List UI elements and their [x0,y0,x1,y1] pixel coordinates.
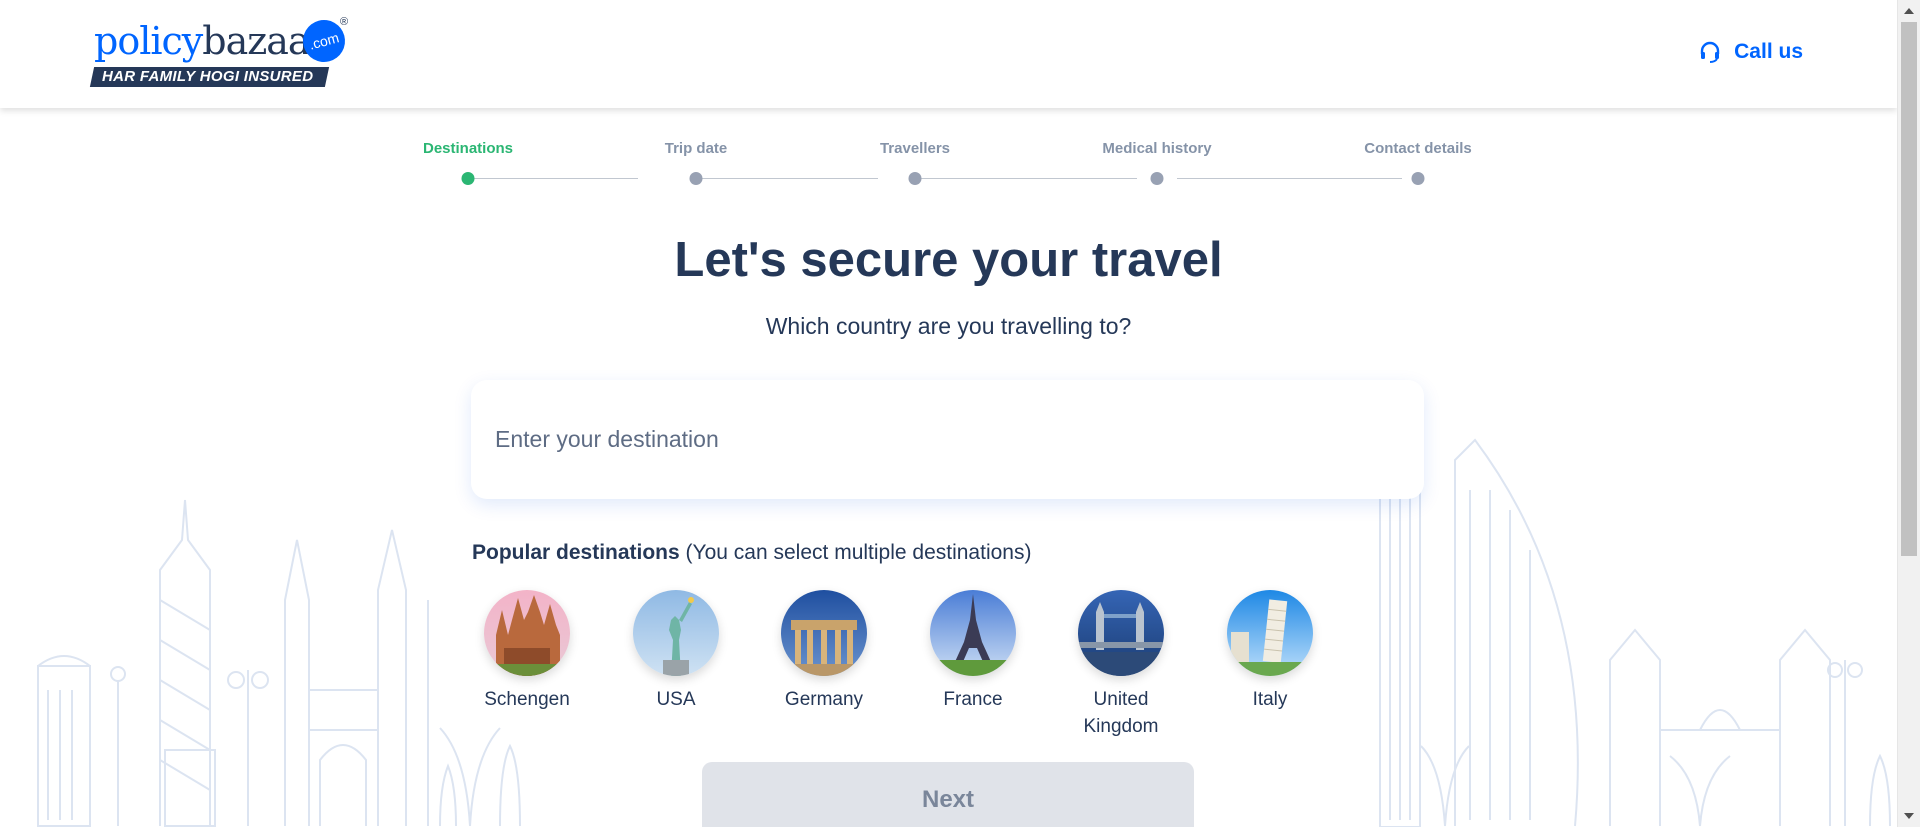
step-label: Medical history [1102,140,1212,157]
popular-destinations-heading: Popular destinations (You can select mul… [472,541,1031,565]
stepper-connector [698,178,878,179]
logo-wordmark: policybazaar [94,18,328,64]
step-contact-details[interactable]: Contact details [1364,140,1472,160]
destination-france[interactable]: France [913,590,1033,713]
destination-usa[interactable]: USA [616,590,736,713]
statue-of-liberty-icon [633,590,719,676]
destination-name: Schengen [484,689,570,710]
headset-icon [1700,41,1720,63]
stepper-connector [917,178,1137,179]
brandenburg-gate-icon [781,590,867,676]
call-us-button[interactable]: Call us [1698,40,1803,64]
tower-bridge-icon [1078,590,1164,676]
next-button[interactable]: Next [702,762,1194,827]
progress-stepper: Destinations Trip date Travellers Medica… [420,140,1480,190]
sagrada-familia-icon [484,590,570,676]
step-dot [1150,172,1164,185]
logo-tagline: HAR FAMILY HOGI INSURED [89,67,330,87]
destination-name: France [943,689,1003,710]
step-dot [689,172,703,185]
step-label: Contact details [1364,140,1472,157]
step-dot [908,172,922,185]
scrollbar-thumb[interactable] [1901,22,1917,556]
step-travellers[interactable]: Travellers [880,140,950,160]
call-us-label: Call us [1734,40,1803,63]
logo-word-policy: policy [94,19,203,63]
destination-name: United Kingdom [1083,689,1159,737]
stepper-connector [1177,178,1402,179]
destination-input-card [471,380,1424,499]
site-header: policybazaar .com ® HAR FAMILY HOGI INSU… [0,0,1897,108]
destination-schengen[interactable]: Schengen [467,590,587,713]
popular-title: Popular destinations [472,541,680,564]
scroll-down-arrow-icon[interactable] [1904,813,1914,819]
destination-germany[interactable]: Germany [764,590,884,713]
logo-tagline-text: HAR FAMILY HOGI INSURED [102,68,314,85]
scroll-up-arrow-icon[interactable] [1904,8,1914,14]
step-dot [1411,172,1425,185]
step-medical-history[interactable]: Medical history [1102,140,1211,160]
step-label: Travellers [879,140,951,157]
step-destinations[interactable]: Destinations [423,140,513,160]
stepper-connector [468,178,638,179]
destination-italy[interactable]: Italy [1210,590,1330,713]
popular-note: (You can select multiple destinations) [685,541,1032,564]
eiffel-tower-icon [930,590,1016,676]
destination-input[interactable] [495,380,1395,499]
page-title: Let's secure your travel [674,233,1223,287]
destination-united-kingdom[interactable]: United Kingdom [1061,590,1181,740]
destination-name: USA [656,689,696,710]
destination-name: Germany [784,689,864,710]
step-trip-date[interactable]: Trip date [665,140,728,160]
step-label: Trip date [664,140,728,157]
policybazaar-logo[interactable]: policybazaar .com ® HAR FAMILY HOGI INSU… [89,15,362,90]
logo-registered-mark: ® [340,16,349,28]
step-label: Destinations [422,140,514,157]
page-scrollbar[interactable] [1897,0,1920,827]
step-dot-active [461,172,475,185]
destination-name: Italy [1252,689,1288,710]
leaning-tower-icon [1227,590,1313,676]
page-subtitle: Which country are you travelling to? [765,313,1132,339]
